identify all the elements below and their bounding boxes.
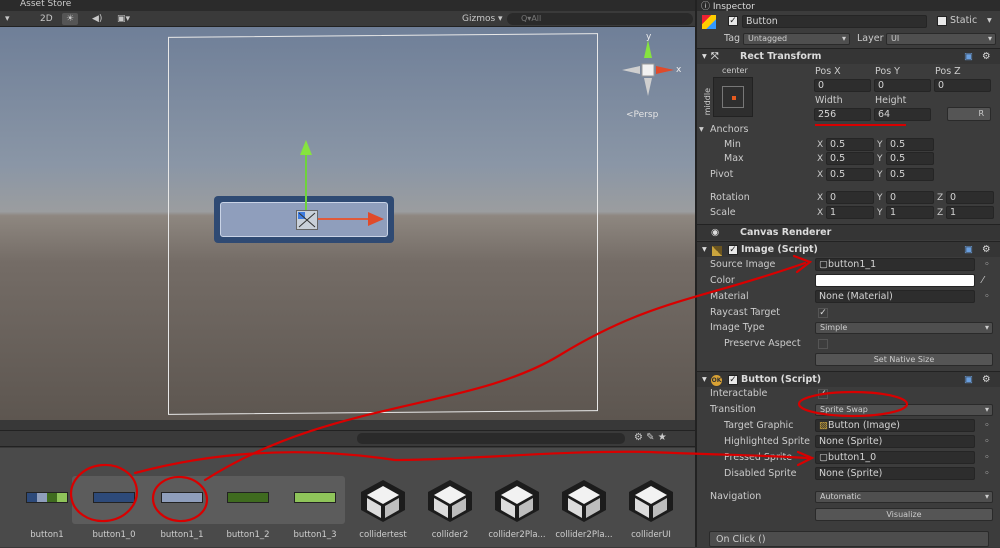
annotation-circle-button1-1 [151, 475, 209, 523]
annotation-overlay [69, 254, 909, 523]
annotation-arrow-to-source-image [203, 261, 807, 482]
annotation-circle-sprite-swap [797, 390, 909, 418]
annotation-circle-button1-0 [69, 463, 139, 523]
